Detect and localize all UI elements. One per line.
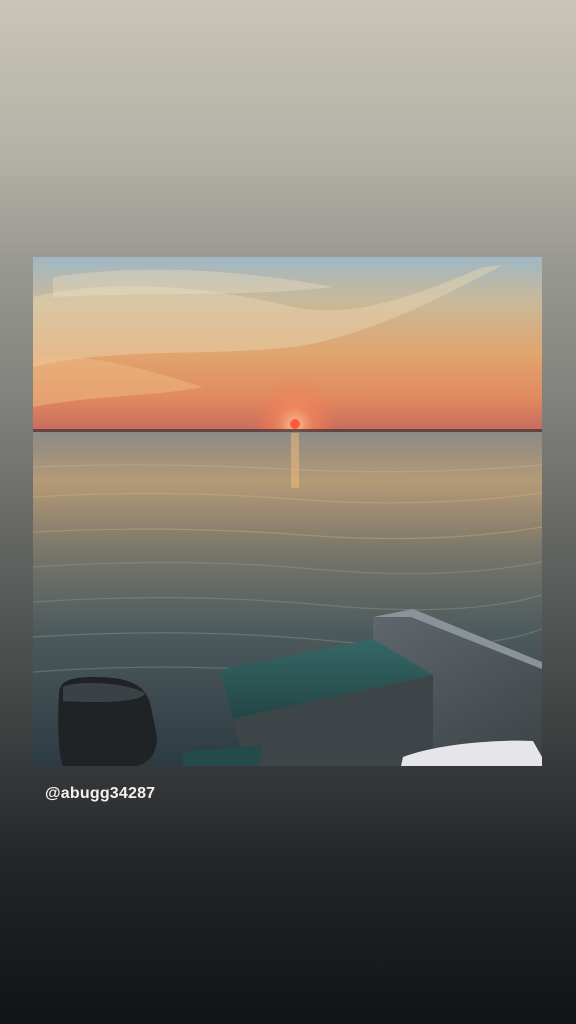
- story-photo[interactable]: [33, 257, 542, 766]
- outboard-motor: [58, 677, 157, 766]
- user-mention-tag[interactable]: @abugg34287: [45, 785, 155, 803]
- sunset-boat-photo: [33, 257, 542, 766]
